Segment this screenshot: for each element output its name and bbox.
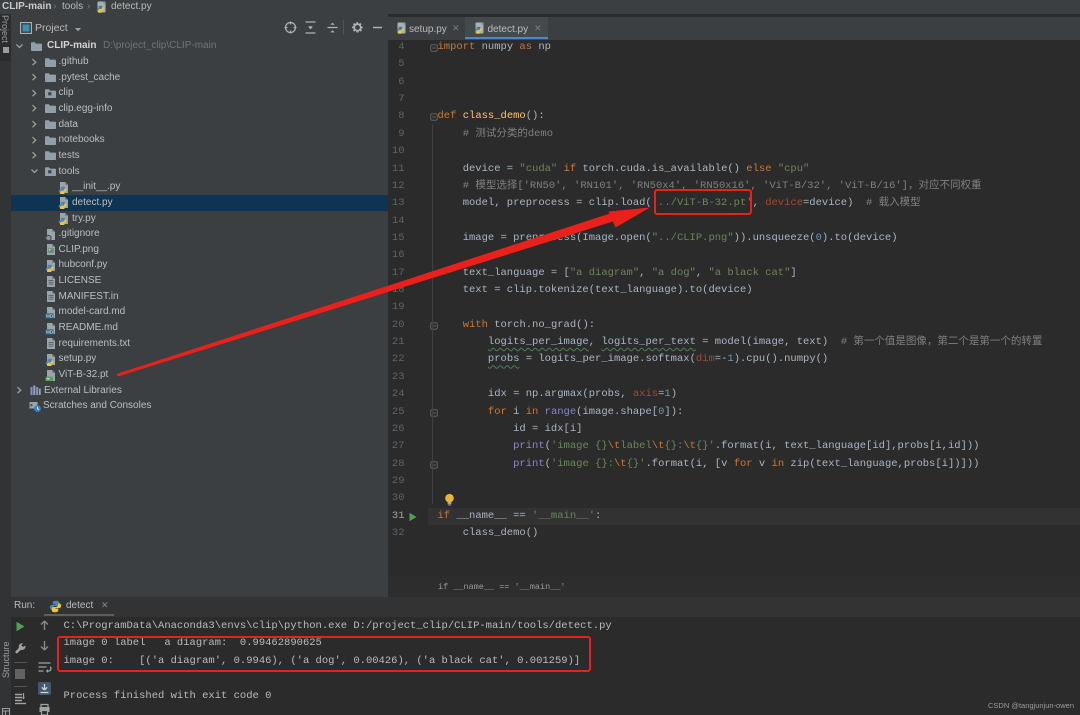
svg-text:MD: MD xyxy=(46,329,53,334)
svg-text:MD: MD xyxy=(46,313,53,318)
